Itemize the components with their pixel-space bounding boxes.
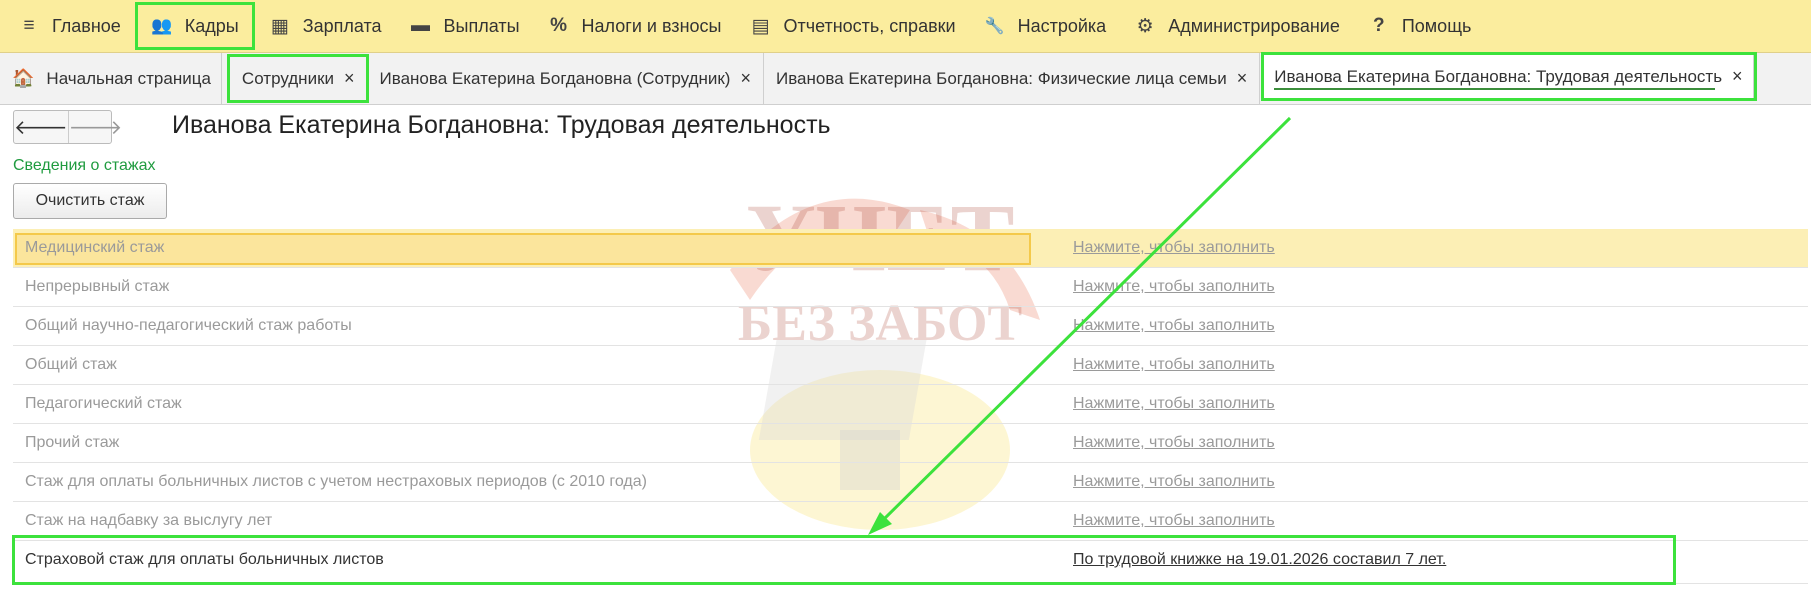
fill-link[interactable]: Нажмите, чтобы заполнить [1073,239,1275,257]
fill-link[interactable]: Нажмите, чтобы заполнить [1073,434,1275,452]
table-row[interactable]: Педагогический стаж Нажмите, чтобы запол… [13,385,1808,424]
fill-link[interactable]: Нажмите, чтобы заполнить [1073,512,1275,530]
forward-button[interactable]: 🡒 [67,111,123,143]
help-icon: ? [1373,15,1385,36]
menu-item-label: Кадры [184,15,239,36]
home-icon: 🏠 [12,68,35,88]
tab-label: Сотрудники [241,68,335,88]
tab-employees[interactable]: Сотрудники × [226,54,369,103]
menu-item-label: Настройка [1017,15,1107,36]
table-row[interactable]: Прочий стаж Нажмите, чтобы заполнить [13,424,1808,463]
table-row[interactable]: Общий стаж Нажмите, чтобы заполнить [13,346,1808,385]
fill-link[interactable]: Нажмите, чтобы заполнить [1073,278,1275,296]
menu-item-label: Зарплата [302,15,382,36]
wrench-icon: 🔧 [984,18,1005,35]
gear-icon: ⚙ [1136,15,1154,37]
menu-item-main[interactable]: ≡ Главное [4,4,135,48]
menu-item-kadry[interactable]: 👥 Кадры [134,2,255,50]
menu-item-help[interactable]: ? Помощь [1354,4,1486,48]
tab-work-history[interactable]: Иванова Екатерина Богдановна: Трудовая д… [1261,52,1757,101]
tab-bar: 🏠 Начальная страница Сотрудники × Иванов… [0,52,1811,105]
menu-item-salary[interactable]: ▦ Зарплата [255,4,396,48]
table-row[interactable]: Общий научно-педагогический стаж работы … [13,307,1808,346]
table-row[interactable]: Непрерывный стаж Нажмите, чтобы заполнит… [13,268,1808,307]
experience-type: Прочий стаж [25,434,120,451]
experience-type: Непрерывный стаж [25,278,170,295]
percent-icon: % [550,15,567,36]
menu-item-payments[interactable]: ▬ Выплаты [396,4,534,48]
menu-item-admin[interactable]: ⚙ Администрирование [1120,4,1354,48]
menu-item-label: Налоги и взносы [581,15,722,36]
fill-link[interactable]: Нажмите, чтобы заполнить [1073,395,1275,413]
menu-item-label: Главное [52,15,121,36]
experience-type: Общий научно-педагогический стаж работы [25,317,352,334]
menu-item-label: Отчетность, справки [783,15,956,36]
main-menu: ≡ Главное 👥 Кадры ▦ Зарплата ▬ Выплаты %… [0,0,1811,53]
arrow-right-icon: 🡒 [68,116,123,139]
fill-link[interactable]: Нажмите, чтобы заполнить [1073,317,1275,335]
experience-type: Медицинский стаж [25,239,165,256]
menu-item-reports[interactable]: ▤ Отчетность, справки [735,4,969,48]
menu-item-settings[interactable]: 🔧 Настройка [970,4,1121,48]
tab-employee-card[interactable]: Иванова Екатерина Богдановна (Сотрудник)… [368,53,764,104]
history-navigation: 🡐 🡒 [13,110,122,144]
menu-item-taxes[interactable]: % Налоги и взносы [534,4,736,48]
fill-link[interactable]: Нажмите, чтобы заполнить [1073,473,1275,491]
section-title: Сведения о стажах [13,157,156,174]
tab-label: Начальная страница [46,68,211,88]
highlight-frame [12,535,1676,585]
arrow-left-icon: 🡐 [14,116,68,139]
tab-family[interactable]: Иванова Екатерина Богдановна: Физические… [764,53,1261,104]
menu-item-label: Помощь [1401,15,1472,36]
experience-type: Общий стаж [25,356,117,373]
close-icon[interactable]: × [740,68,751,89]
menu-item-label: Администрирование [1168,15,1340,36]
experience-type: Педагогический стаж [25,395,182,412]
tab-home[interactable]: 🏠 Начальная страница [0,53,222,104]
selected-cell [15,233,1031,265]
hamburger-icon: ≡ [23,15,35,36]
experience-type: Стаж на надбавку за выслугу лет [25,512,273,529]
table-row[interactable]: Стаж для оплаты больничных листов с учет… [13,463,1808,502]
close-icon[interactable]: × [344,68,355,89]
users-icon: 👥 [151,16,173,35]
tab-label: Иванова Екатерина Богдановна: Трудовая д… [1274,66,1723,86]
experience-type: Стаж для оплаты больничных листов с учет… [25,473,647,490]
payment-icon: ▬ [411,15,431,36]
clear-experience-button[interactable]: Очистить стаж [13,183,167,219]
reports-icon: ▤ [751,15,770,37]
page-title: Иванова Екатерина Богдановна: Трудовая д… [172,111,831,139]
menu-item-label: Выплаты [443,15,520,36]
close-icon[interactable]: × [1732,66,1743,87]
close-icon[interactable]: × [1237,68,1248,89]
back-button[interactable]: 🡐 [14,111,68,143]
tab-label: Иванова Екатерина Богдановна (Сотрудник) [379,68,731,88]
tab-label: Иванова Екатерина Богдановна: Физические… [776,68,1227,88]
calculator-icon: ▦ [270,15,289,37]
experience-table: Медицинский стаж Нажмите, чтобы заполнит… [13,229,1808,584]
fill-link[interactable]: Нажмите, чтобы заполнить [1073,356,1275,374]
table-row[interactable]: Медицинский стаж Нажмите, чтобы заполнит… [13,229,1808,268]
